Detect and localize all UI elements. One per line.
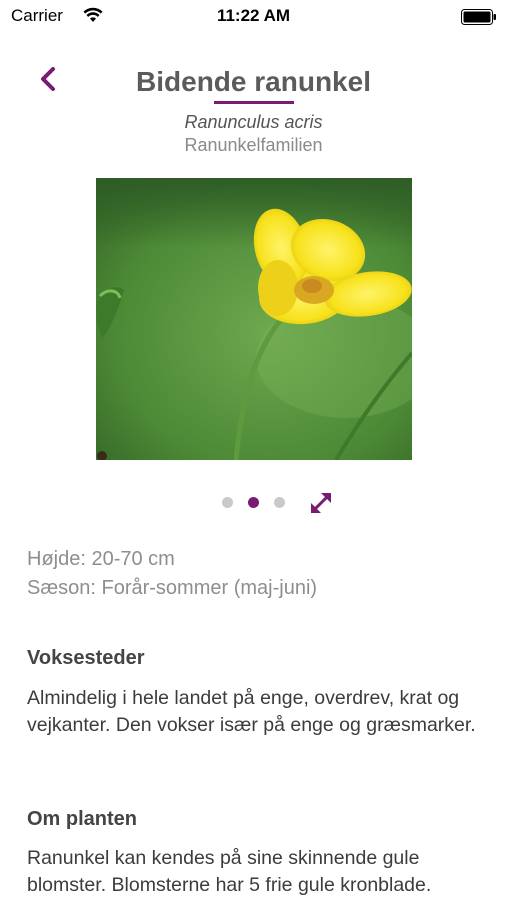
expand-arrows-icon[interactable]: [307, 489, 335, 517]
battery-icon: [461, 9, 497, 25]
height-info: Højde: 20-70 cm: [27, 548, 175, 570]
title-underline: [214, 101, 294, 104]
clock-time: 11:22 AM: [216, 6, 291, 25]
page-dot-3[interactable]: [274, 497, 285, 508]
page-dot-1[interactable]: [222, 497, 233, 508]
section-body-about: Ranunkel kan kendes på sine skinnende gu…: [27, 847, 432, 896]
buttercup-image: [96, 178, 412, 460]
page-title: Bidende ranunkel: [136, 66, 371, 97]
season-info: Sæson: Forår-sommer (maj-juni): [27, 577, 318, 599]
family-name: Ranunkelfamilien: [184, 135, 323, 155]
plant-photo[interactable]: [96, 178, 412, 460]
latin-name: Ranunculus acris: [184, 112, 323, 132]
section-heading-habitat: Voksesteder: [27, 647, 145, 669]
section-body-habitat: Almindelig i hele landet på enge, overdr…: [27, 687, 476, 736]
section-heading-about: Om planten: [27, 808, 138, 830]
status-bar: Carrier 11:22 AM: [0, 0, 507, 36]
page-dot-2[interactable]: [248, 497, 259, 508]
